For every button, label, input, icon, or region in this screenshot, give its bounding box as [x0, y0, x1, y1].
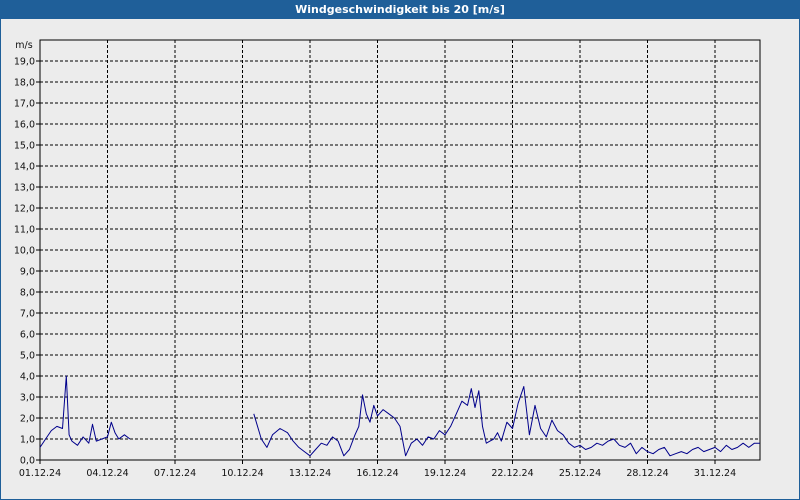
- x-tick-label: 07.12.24: [154, 468, 196, 479]
- y-tick-label: 8,0: [20, 288, 35, 299]
- y-axis-ticks: 0,0 1,0 2,0 3,0 4,0 5,0 6,0 7,0 8,0 9,0 10,0 11,0 12…: [14, 57, 40, 467]
- y-tick-label: 6,0: [20, 330, 35, 341]
- x-tick-label: 01.12.24: [19, 468, 61, 479]
- y-tick-label: 18,0: [14, 78, 35, 89]
- x-tick-label: 10.12.24: [221, 468, 263, 479]
- x-tick-label: 16.12.24: [356, 468, 398, 479]
- y-tick-label: 17,0: [14, 99, 35, 110]
- x-tick-label: 04.12.24: [86, 468, 128, 479]
- y-tick-label: 2,0: [20, 414, 35, 425]
- grid-lines: [40, 40, 760, 460]
- x-tick-label: 28.12.24: [626, 468, 668, 479]
- wind-speed-chart: 0,0 1,0 2,0 3,0 4,0 5,0 6,0 7,0 8,0 9,0 10,0 11,0 12…: [14, 39, 761, 479]
- x-tick-label: 31.12.24: [694, 468, 736, 479]
- y-tick-label: 0,0: [20, 456, 35, 467]
- y-tick-label: 11,0: [14, 225, 35, 236]
- wind-speed-line: [39, 375, 131, 448]
- x-axis-ticks: 01.12.24 04.12.24 07.12.24 10.12.24 13.12.24…: [19, 460, 736, 479]
- y-tick-label: 15,0: [14, 141, 35, 152]
- y-tick-label: 10,0: [14, 246, 35, 257]
- y-tick-label: 7,0: [20, 309, 35, 320]
- y-tick-label: 9,0: [20, 267, 35, 278]
- y-axis-label: m/s: [15, 40, 32, 51]
- y-tick-label: 16,0: [14, 120, 35, 131]
- y-tick-label: 1,0: [20, 435, 35, 446]
- y-tick-label: 19,0: [14, 57, 35, 68]
- x-tick-label: 25.12.24: [559, 468, 601, 479]
- y-tick-label: 13,0: [14, 183, 35, 194]
- x-tick-label: 19.12.24: [424, 468, 466, 479]
- y-tick-label: 5,0: [20, 351, 35, 362]
- wind-speed-series: [39, 375, 760, 457]
- x-tick-label: 22.12.24: [491, 468, 533, 479]
- y-tick-label: 4,0: [20, 372, 35, 383]
- y-tick-label: 3,0: [20, 393, 35, 404]
- y-tick-label: 12,0: [14, 204, 35, 215]
- x-tick-label: 13.12.24: [289, 468, 331, 479]
- y-tick-label: 14,0: [14, 162, 35, 173]
